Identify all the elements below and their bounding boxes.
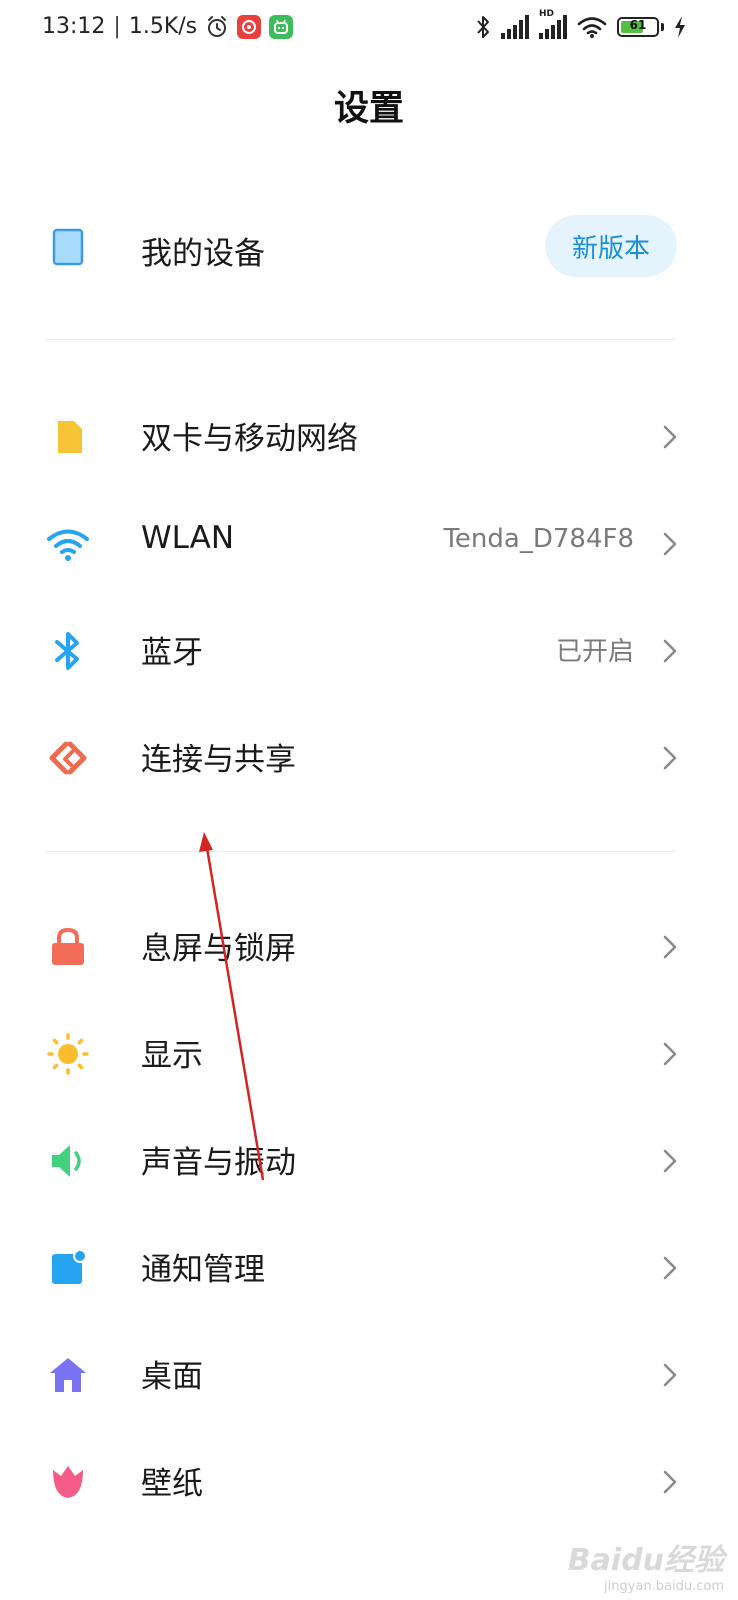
settings-row-notifications[interactable]: 通知管理 (0, 1214, 738, 1321)
lock-screen-label: 息屏与锁屏 (141, 931, 296, 967)
chevron-right-icon (663, 1470, 677, 1494)
bluetooth-value: 已开启 (555, 637, 634, 667)
tablet-icon (52, 228, 84, 266)
settings-row-sound[interactable]: 声音与振动 (0, 1107, 738, 1214)
notifications-label: 通知管理 (141, 1252, 265, 1288)
battery-level: 61 (629, 18, 647, 32)
status-right: HD 61 (475, 9, 686, 40)
page-title: 设置 (333, 89, 404, 129)
chevron-right-icon (663, 425, 677, 449)
chevron-right-icon (663, 746, 677, 770)
bluetooth-status-icon (477, 16, 489, 38)
settings-row-wallpaper[interactable]: 壁纸 (0, 1428, 738, 1535)
battery-indicator: 61 (617, 17, 659, 37)
chevron-right-icon (663, 935, 677, 959)
hd-signal: HD (539, 9, 567, 39)
chevron-right-icon (663, 1042, 677, 1066)
signal-icon (501, 15, 529, 39)
bluetooth-label: 蓝牙 (141, 635, 203, 671)
network-speed: 1.5K/s (128, 14, 198, 39)
tulip-icon (53, 1466, 83, 1498)
status-bar: 13:12 | 1.5K/s HD 61 (0, 0, 738, 60)
connection-share-icon (49, 741, 87, 775)
chevron-right-icon (663, 639, 677, 663)
charging-icon (675, 16, 685, 38)
wifi-status-icon (577, 17, 607, 38)
separator: | (113, 14, 121, 39)
settings-row-home-screen[interactable]: 桌面 (0, 1321, 738, 1428)
robot-app-icon (269, 14, 294, 39)
settings-row-bluetooth[interactable]: 蓝牙 已开启 (0, 597, 738, 704)
connection-sharing-label: 连接与共享 (141, 742, 296, 778)
my-device-label: 我的设备 (141, 236, 265, 272)
speaker-icon (52, 1145, 81, 1177)
home-screen-label: 桌面 (141, 1359, 203, 1395)
watermark-main: Baidu经验 (567, 1543, 724, 1578)
settings-row-display[interactable]: 显示 (0, 1000, 738, 1107)
lock-icon (52, 927, 84, 965)
wlan-value: Tenda_D784F8 (443, 524, 634, 554)
divider (46, 339, 676, 340)
chevron-right-icon (663, 532, 677, 556)
settings-row-lock-screen[interactable]: 息屏与锁屏 (0, 893, 738, 1000)
notification-icon (52, 1249, 87, 1284)
dual-sim-label: 双卡与移动网络 (141, 421, 358, 457)
sim-card-icon (58, 421, 82, 453)
chevron-right-icon (663, 1256, 677, 1280)
sound-label: 声音与振动 (141, 1145, 296, 1181)
hd-signal-icon (539, 15, 567, 39)
home-icon (50, 1358, 86, 1392)
sun-icon (47, 1033, 89, 1075)
battery-cap (661, 23, 664, 31)
clock: 13:12 (42, 14, 106, 39)
wallpaper-label: 壁纸 (141, 1466, 203, 1502)
bluetooth-icon (55, 632, 79, 670)
display-label: 显示 (141, 1038, 203, 1074)
baidu-watermark: Baidu经验 jingyan.baidu.com (568, 1535, 724, 1594)
settings-row-wlan[interactable]: WLAN Tenda_D784F8 (0, 490, 738, 597)
watermark-sub: jingyan.baidu.com (604, 1579, 724, 1594)
new-version-badge[interactable]: 新版本 (545, 215, 677, 277)
chevron-right-icon (663, 1149, 677, 1173)
chevron-right-icon (663, 1363, 677, 1387)
divider (46, 851, 676, 852)
alarm-icon (208, 15, 227, 37)
settings-row-dual-sim[interactable]: 双卡与移动网络 (0, 383, 738, 490)
my-device-row[interactable]: 我的设备 新版本 (0, 196, 738, 303)
music-app-icon (237, 14, 262, 39)
settings-row-connection-sharing[interactable]: 连接与共享 (0, 704, 738, 811)
status-left: 13:12 | 1.5K/s (42, 14, 294, 39)
wifi-icon (47, 529, 89, 561)
wlan-label: WLAN (141, 520, 235, 556)
